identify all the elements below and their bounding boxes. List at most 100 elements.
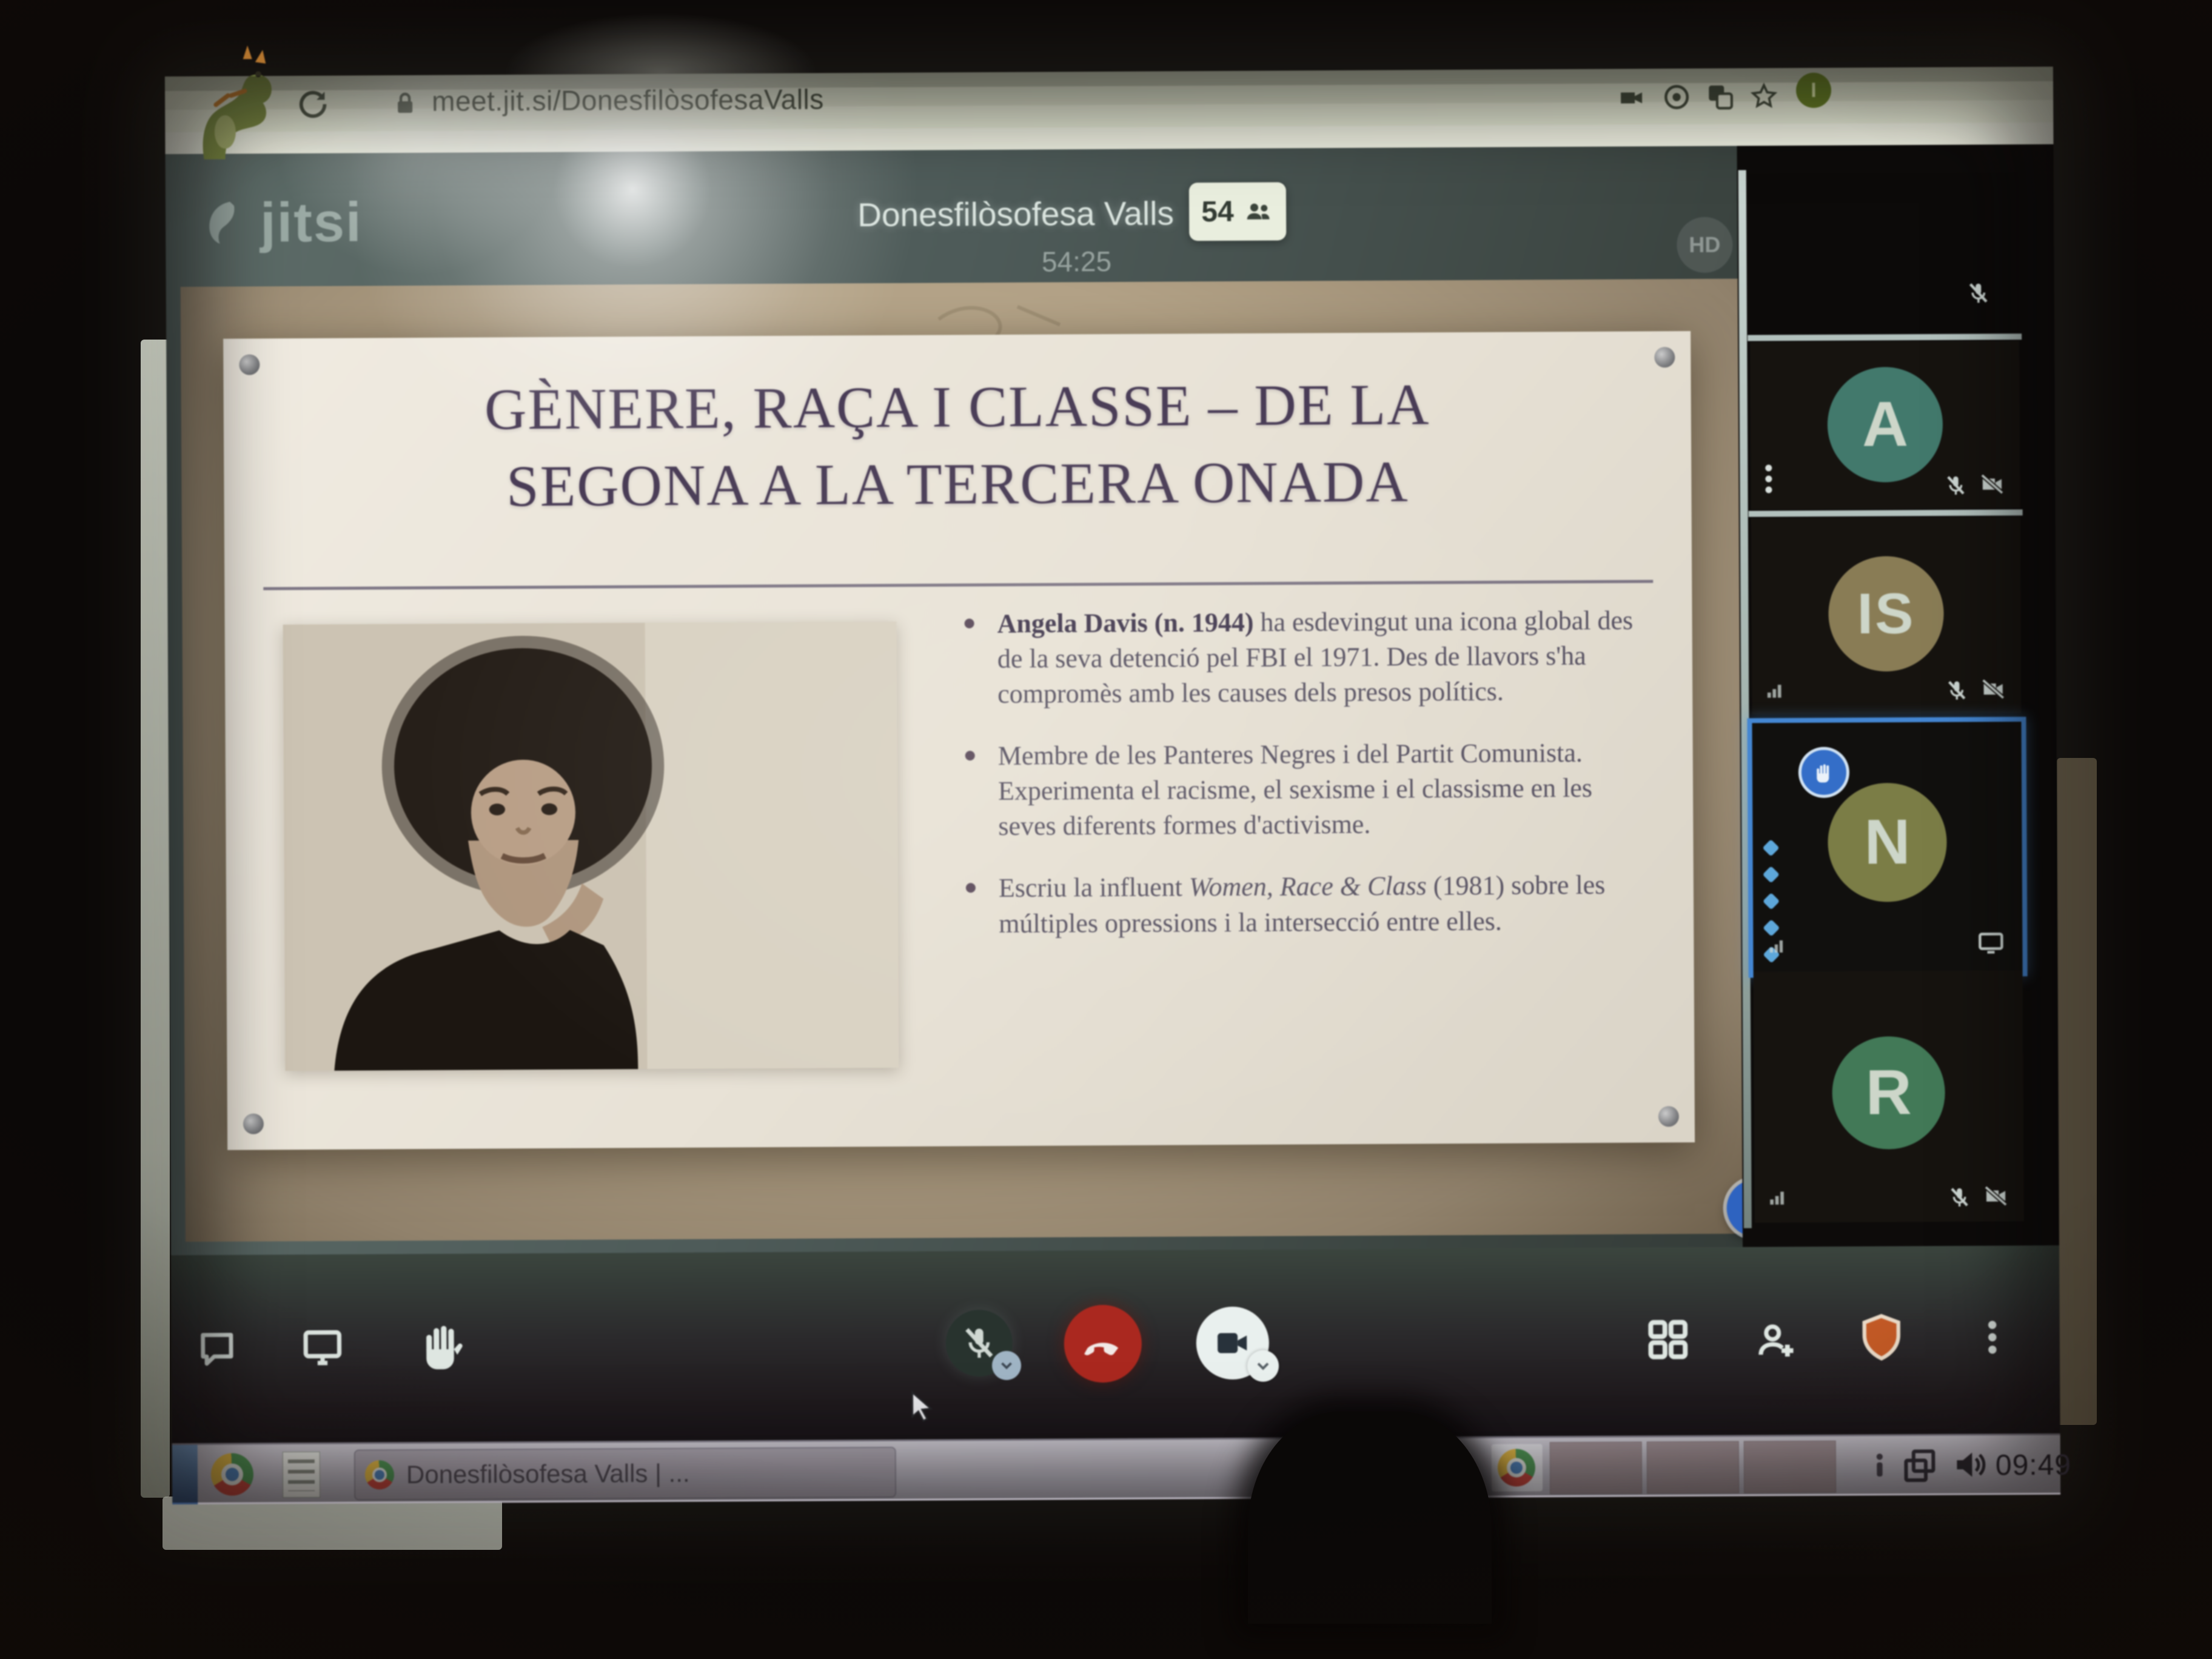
participant-tile-local[interactable]: [1749, 172, 2019, 333]
camera-off-icon: [1980, 675, 2006, 702]
avatar: A: [1827, 367, 1943, 483]
slide-pin-icon: [243, 1113, 264, 1134]
monitor-screen: meet.jit.si/DonesfilòsofesaValls I j: [165, 67, 2060, 1503]
photo-of-projected-screen: meet.jit.si/DonesfilòsofesaValls I j: [0, 0, 2212, 1659]
whiteboard-left-edge: [141, 340, 170, 1498]
window-button[interactable]: [1744, 1441, 1836, 1493]
participant-tile-r[interactable]: R: [1754, 970, 2024, 1222]
tray-chrome-box[interactable]: [1492, 1444, 1543, 1491]
window-button[interactable]: [1647, 1441, 1739, 1494]
screen-share-button[interactable]: [299, 1324, 346, 1371]
presentation-slide: GÈNERE, RAÇA I CLASSE – DE LA SEGONA A L…: [223, 331, 1695, 1150]
mic-muted-icon: [1966, 280, 1991, 306]
slide-title: GÈNERE, RAÇA I CLASSE – DE LA SEGONA A L…: [260, 365, 1655, 526]
lock-icon[interactable]: [390, 89, 420, 118]
os-taskbar: Donesfilòsofesa Valls | ... 09:49: [172, 1433, 2060, 1504]
raise-hand-button[interactable]: [415, 1318, 469, 1372]
target-icon[interactable]: [1661, 82, 1692, 112]
jitsi-logo-text: jitsi: [260, 190, 363, 255]
mic-muted-icon: [960, 1324, 999, 1362]
bullet-lead: Angela Davis (n. 1944): [997, 608, 1253, 638]
participant-tile-a[interactable]: A: [1750, 341, 2020, 509]
video-quality-indicator[interactable]: HD: [1677, 217, 1732, 273]
jitsi-logo[interactable]: jitsi: [199, 190, 363, 255]
reload-icon[interactable]: [295, 87, 330, 122]
avatar: N: [1828, 783, 1947, 902]
more-options-button[interactable]: [1971, 1316, 2014, 1358]
slide-bullet: Membre de les Panteres Negres i del Part…: [963, 736, 1649, 845]
mic-muted-icon: [1945, 679, 1969, 703]
jitsi-meeting-stage: jitsi Donesfilòsofesa Valls 54 54:25 HD: [166, 144, 2059, 1255]
bookmark-star-icon[interactable]: [1749, 81, 1779, 112]
hd-label: HD: [1689, 232, 1720, 258]
mic-options-chevron[interactable]: [992, 1351, 1021, 1380]
audio-level-dot: [1762, 839, 1779, 856]
angela-davis-photo: [283, 622, 899, 1071]
audio-level-dot: [1763, 893, 1780, 910]
camera-icon: [1213, 1323, 1253, 1363]
profile-initial: I: [1811, 78, 1817, 102]
browser-profile-avatar[interactable]: I: [1796, 73, 1831, 108]
tile-divider: [1749, 509, 2023, 517]
window-button[interactable]: [1550, 1441, 1642, 1494]
chrome-tray-icon: [1498, 1449, 1535, 1486]
camera-options-chevron[interactable]: [1247, 1350, 1279, 1382]
participant-tile-is[interactable]: IS: [1751, 517, 2022, 714]
microphone-muted-button[interactable]: [946, 1310, 1013, 1377]
window-title: Donesfilòsofesa Valls | ...: [406, 1459, 690, 1489]
slide-pin-icon: [1658, 1106, 1679, 1127]
participants-icon: [1242, 196, 1274, 227]
mic-muted-icon: [1943, 474, 1968, 498]
address-bar-url[interactable]: meet.jit.si/DonesfilòsofesaValls: [432, 82, 824, 117]
slide-pin-icon: [1654, 347, 1675, 367]
chrome-launcher-icon[interactable]: [211, 1453, 253, 1495]
meeting-title: Donesfilòsofesa Valls: [803, 193, 1228, 235]
avatar: IS: [1828, 556, 1944, 672]
invite-participants-button[interactable]: [1753, 1317, 1800, 1364]
slide-title-line2: SEGONA A LA TERCERA ONADA: [260, 442, 1655, 526]
window-switcher-icon[interactable]: [1902, 1447, 1938, 1483]
taskbar-left-icon[interactable]: [172, 1445, 198, 1504]
camera-button[interactable]: [1196, 1307, 1270, 1380]
audio-level-dot: [1763, 866, 1780, 883]
bullet-text: Membre de les Panteres Negres i del Part…: [998, 738, 1592, 841]
security-shield-button[interactable]: [1856, 1312, 1907, 1362]
bullet-text: Escriu la influent: [999, 873, 1189, 903]
hang-up-button[interactable]: [1064, 1305, 1142, 1383]
avatar-initial: A: [1862, 388, 1908, 461]
chat-button[interactable]: [195, 1327, 240, 1372]
slide-bullet: Angela Davis (n. 1944) ha esdevingut una…: [962, 603, 1647, 712]
participant-count: 54: [1201, 195, 1234, 228]
jitsi-toolbar: [171, 1245, 2060, 1443]
translate-icon[interactable]: [1705, 82, 1735, 112]
camera-off-icon: [1979, 471, 2005, 497]
toy-dinosaur: [186, 41, 277, 163]
menu-kebab-icon[interactable]: [1765, 460, 1772, 497]
mouse-cursor: [907, 1389, 940, 1423]
tray-status-icon[interactable]: [1863, 1448, 1897, 1482]
connection-icon: [1764, 680, 1785, 701]
taskbar-clock[interactable]: 09:49: [1996, 1449, 2071, 1483]
screen-share-icon: [1976, 928, 2005, 957]
book-title: Women, Race & Class: [1189, 871, 1427, 902]
connection-icon: [1766, 1187, 1787, 1208]
camera-permission-icon[interactable]: [1617, 83, 1646, 112]
participants-filmstrip: A IS: [1737, 144, 2059, 1247]
slide-bullet-list: Angela Davis (n. 1944) ha esdevingut una…: [962, 603, 1649, 968]
screenshare-background: GÈNERE, RAÇA I CLASSE – DE LA SEGONA A L…: [181, 279, 1752, 1242]
foreground-object-silhouette: [1248, 1412, 1492, 1624]
tile-view-button[interactable]: [1644, 1315, 1692, 1364]
chrome-icon: [365, 1460, 394, 1489]
audio-level-dot: [1763, 919, 1780, 936]
volume-icon[interactable]: [1952, 1446, 1989, 1483]
active-window-button[interactable]: Donesfilòsofesa Valls | ...: [354, 1447, 896, 1501]
avatar: R: [1832, 1036, 1945, 1150]
avatar-initial: IS: [1857, 581, 1915, 648]
document-launcher-icon[interactable]: [283, 1452, 320, 1498]
avatar-initial: R: [1865, 1056, 1911, 1129]
participant-tile-n[interactable]: N: [1747, 717, 2027, 977]
avatar-initial: N: [1864, 806, 1910, 879]
slide-title-line1: GÈNERE, RAÇA I CLASSE – DE LA: [260, 365, 1655, 449]
meeting-timer: 54:25: [1016, 245, 1137, 278]
participant-count-badge[interactable]: 54: [1189, 182, 1287, 241]
